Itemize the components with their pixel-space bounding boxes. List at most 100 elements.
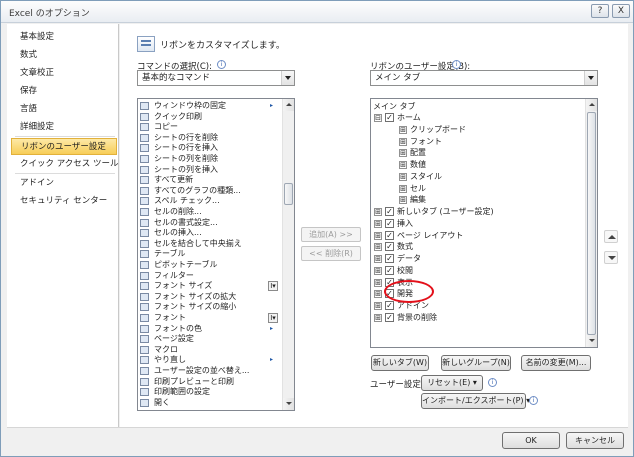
list-item[interactable]: フォント サイズ I▾ [140, 281, 294, 292]
import-export-button[interactable]: インポート/エクスポート(P) ▾ [421, 393, 530, 409]
tree-item[interactable]: ⊞ 配置 [371, 147, 585, 159]
expander-icon[interactable]: ⊞ [399, 137, 407, 146]
list-item[interactable]: フォント サイズの拡大 [140, 292, 294, 303]
expander-icon[interactable]: ⊞ [399, 196, 407, 205]
list-item[interactable]: マクロ [140, 345, 294, 356]
move-down-button[interactable] [604, 251, 618, 264]
expander-icon[interactable]: ⊞ [399, 161, 407, 169]
sidebar-item[interactable]: 基本設定 [11, 29, 117, 46]
list-item[interactable]: コピー [140, 122, 294, 133]
tab-checkbox[interactable]: ✓ [385, 218, 394, 228]
expander-icon[interactable]: ⊞ [374, 278, 382, 287]
expander-icon[interactable]: ⊞ [374, 208, 382, 216]
tree-item[interactable]: ⊞ フォント [371, 136, 585, 148]
close-button[interactable]: X [612, 4, 630, 18]
rename-button[interactable]: 名前の変更(M)... [521, 355, 591, 371]
tree-item[interactable]: ⊟ ✓ ホーム [371, 112, 585, 124]
ribbon-combo[interactable]: メイン タブ [370, 70, 598, 86]
expander-icon[interactable]: ⊞ [399, 149, 407, 158]
expander-icon[interactable]: ⊞ [374, 266, 382, 275]
expander-icon[interactable]: ⊞ [374, 255, 382, 263]
list-item[interactable]: セルの削除... [140, 207, 294, 218]
scroll-down-icon[interactable] [586, 335, 597, 347]
expander-icon[interactable]: ⊞ [374, 231, 382, 240]
sidebar-item[interactable]: 詳細設定 [11, 119, 117, 136]
list-item[interactable]: やり直し ▸ [140, 355, 294, 366]
expander-icon[interactable]: ⊞ [374, 243, 382, 252]
list-item[interactable]: シートの列を挿入 [140, 165, 294, 176]
sidebar-item[interactable]: アドイン [11, 175, 117, 192]
list-item[interactable]: ページ設定 [140, 334, 294, 345]
tree-item[interactable]: ⊞ 編集 [371, 194, 585, 206]
tree-scrollbar[interactable] [585, 99, 597, 347]
sidebar-item[interactable]: 数式 [11, 47, 117, 64]
list-item[interactable]: フォントの色 ▸ [140, 324, 294, 335]
list-item[interactable]: ピボットテーブル [140, 260, 294, 271]
list-item[interactable]: シートの行を挿入 [140, 143, 294, 154]
list-item[interactable]: セルの挿入... [140, 228, 294, 239]
tree-item[interactable]: ⊞ ✓ 新しいタブ (ユーザー設定) [371, 206, 585, 218]
tab-checkbox[interactable]: ✓ [385, 113, 394, 122]
move-up-button[interactable] [604, 230, 618, 243]
ok-button[interactable]: OK [502, 432, 560, 449]
scroll-up-icon[interactable] [586, 99, 597, 111]
list-item[interactable]: テーブル [140, 249, 294, 260]
cancel-button[interactable]: キャンセル [566, 432, 624, 449]
tab-checkbox[interactable]: ✓ [385, 265, 394, 275]
expander-icon[interactable]: ⊞ [399, 184, 407, 193]
list-item[interactable]: 開く [140, 398, 294, 409]
expander-icon[interactable]: ⊟ [374, 114, 382, 122]
expander-icon[interactable]: ⊞ [374, 219, 382, 228]
list-item[interactable]: スペル チェック... [140, 196, 294, 207]
tree-item[interactable]: ⊞ セル [371, 183, 585, 195]
list-item[interactable]: フォント サイズの縮小 [140, 302, 294, 313]
list-item[interactable]: フォント I▾ [140, 313, 294, 324]
sidebar-item[interactable]: 言語 [11, 101, 117, 118]
tab-checkbox[interactable]: ✓ [385, 230, 394, 240]
tree-item[interactable]: ⊞ スタイル [371, 171, 585, 183]
commands-list[interactable]: ウィンドウ枠の固定 ▸ クイック印刷 コピー シートの行を削除 シートの行を挿入 シートの列… [137, 98, 295, 411]
sidebar-item[interactable]: リボンのユーザー設定 [11, 138, 117, 155]
commands-combo[interactable]: 基本的なコマンド [137, 70, 295, 86]
add-button[interactable]: 追加(A) >> [301, 227, 361, 242]
list-item[interactable]: セルを結合して中央揃え [140, 239, 294, 250]
list-item[interactable]: すべて更新 [140, 175, 294, 186]
list-item[interactable]: シートの列を削除 [140, 154, 294, 165]
list-item[interactable]: すべてのグラフの種類... [140, 186, 294, 197]
tree-item[interactable]: ⊞ クリップボード [371, 124, 585, 136]
sidebar-item[interactable]: セキュリティ センター [11, 193, 117, 210]
tree-item[interactable]: ⊞ ✓ ページ レイアウト [371, 230, 585, 242]
remove-button[interactable]: << 削除(R) [301, 246, 361, 261]
info-icon[interactable]: i [217, 60, 226, 69]
tree-item[interactable]: ⊞ ✓ 数式 [371, 241, 585, 253]
list-item[interactable]: シートの行を削除 [140, 133, 294, 144]
new-group-button[interactable]: 新しいグループ(N) [441, 355, 511, 371]
list-item[interactable]: ウィンドウ枠の固定 ▸ [140, 101, 294, 112]
list-item[interactable]: セルの書式設定... [140, 218, 294, 229]
info-icon[interactable]: i [452, 60, 461, 69]
tree-item[interactable]: ⊞ 数値 [371, 159, 585, 171]
tab-checkbox[interactable]: ✓ [385, 207, 394, 216]
reset-button[interactable]: リセット(E) ▾ [421, 375, 483, 391]
expander-icon[interactable]: ⊞ [374, 302, 382, 310]
expander-icon[interactable]: ⊞ [374, 290, 382, 299]
list-item[interactable]: 印刷プレビューと印刷 [140, 377, 294, 388]
expander-icon[interactable]: ⊞ [399, 172, 407, 181]
tree-item[interactable]: ⊞ ✓ 校閲 [371, 265, 585, 277]
info-icon[interactable]: i [529, 396, 538, 405]
new-tab-button[interactable]: 新しいタブ(W) [371, 355, 429, 371]
tree-item[interactable]: ⊞ ✓ 背景の削除 [371, 312, 585, 324]
tree-item[interactable]: ⊞ ✓ 挿入 [371, 218, 585, 230]
help-button[interactable]: ? [591, 4, 609, 18]
list-item[interactable]: 印刷範囲の設定 [140, 387, 294, 398]
ribbon-tree[interactable]: メイン タブ ⊟ ✓ ホーム ⊞ クリップボード ⊞ フォント ⊞ 配置 ⊞ 数値 ⊞ スタイル ⊞ セル ⊞… [370, 98, 598, 348]
tab-checkbox[interactable]: ✓ [385, 312, 394, 322]
expander-icon[interactable]: ⊞ [374, 313, 382, 322]
expander-icon[interactable]: ⊞ [399, 125, 407, 134]
tab-checkbox[interactable]: ✓ [385, 242, 394, 252]
info-icon[interactable]: i [488, 378, 497, 387]
tab-checkbox[interactable]: ✓ [385, 301, 394, 310]
list-item[interactable]: ユーザー設定の並べ替え... [140, 366, 294, 377]
sidebar-item[interactable]: クイック アクセス ツール バー [11, 156, 138, 173]
list-item[interactable]: フィルター [140, 271, 294, 282]
